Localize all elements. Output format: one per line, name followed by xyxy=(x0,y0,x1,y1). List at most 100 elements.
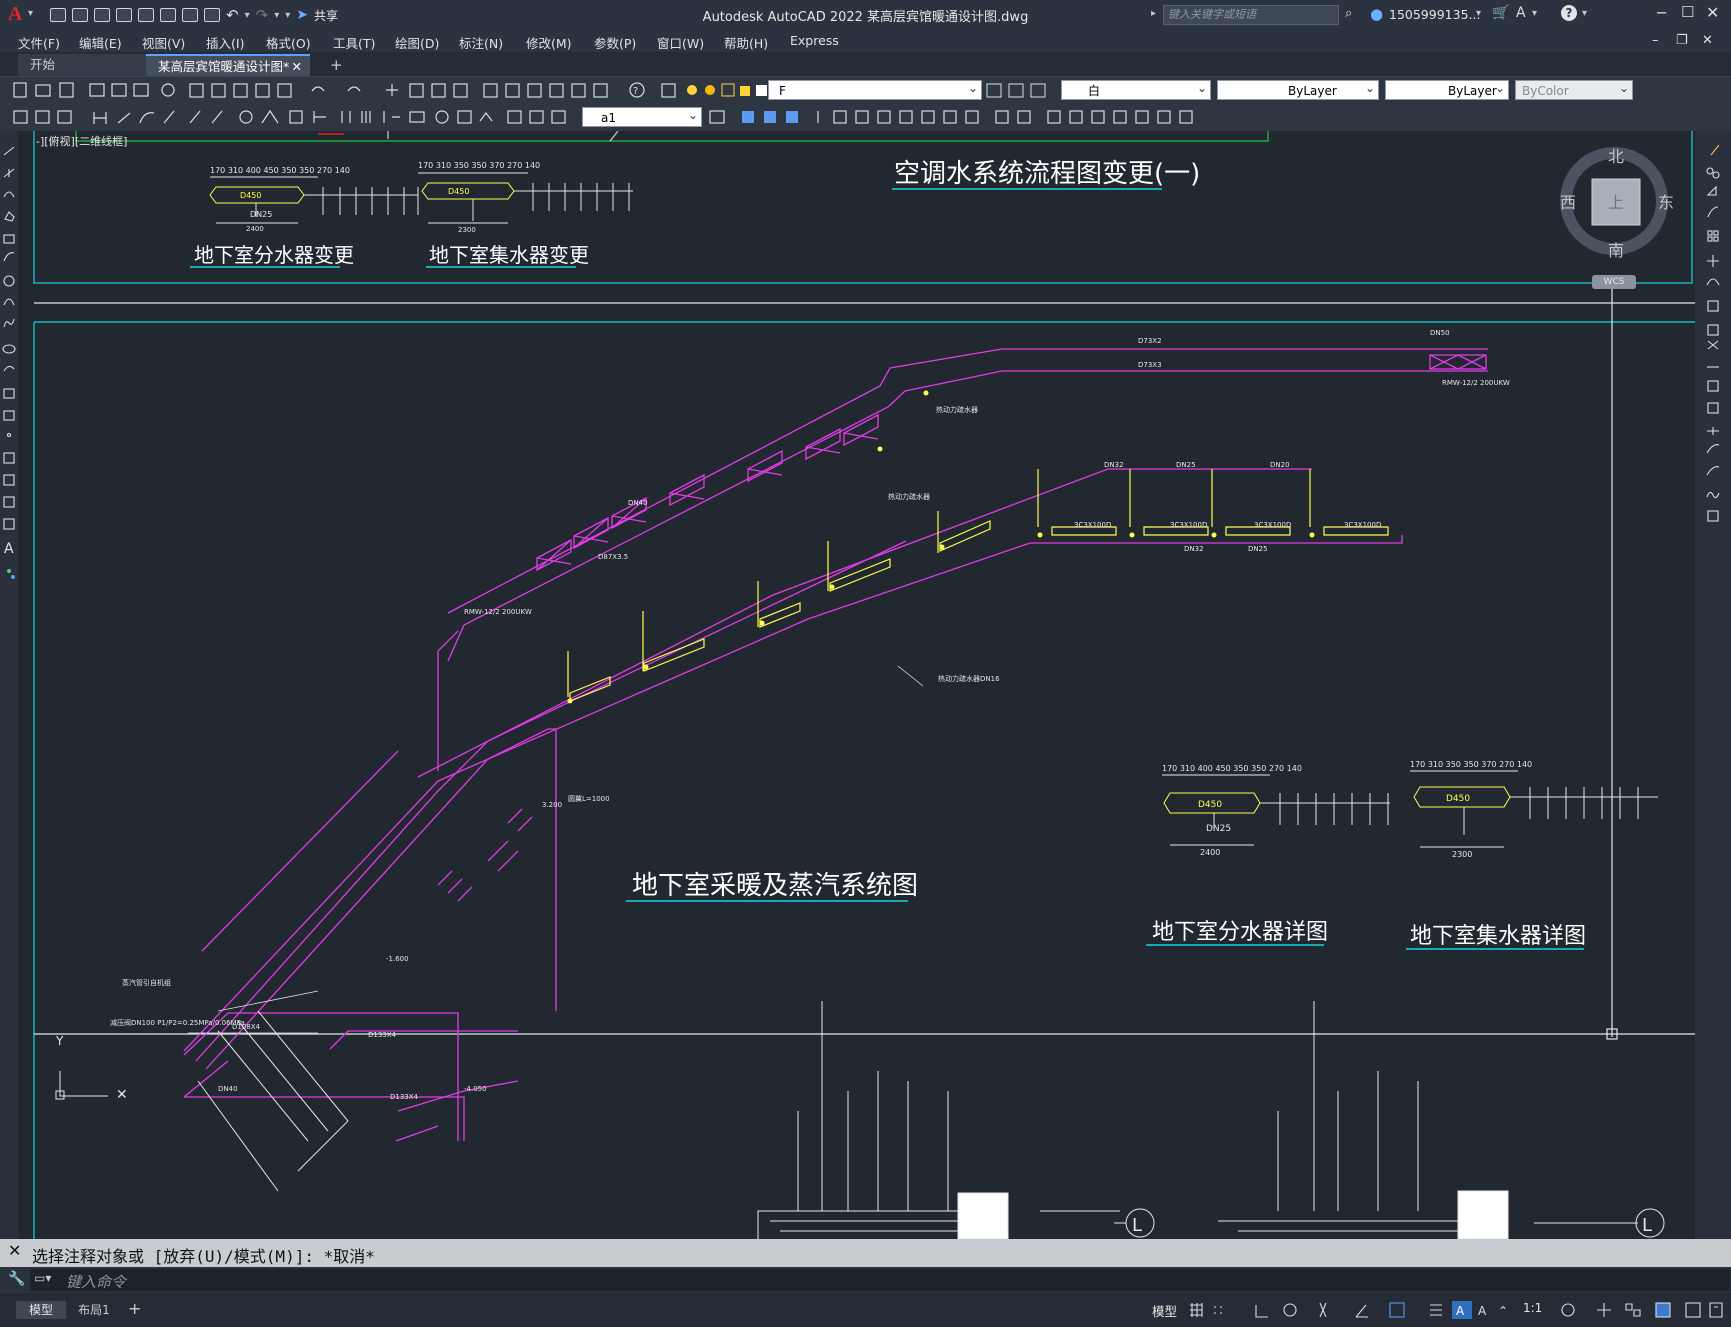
annotation-scale[interactable]: 1:1 xyxy=(1523,1301,1542,1315)
label-dn20: DN20 xyxy=(1270,461,1290,469)
svg-text:⌃: ⌃ xyxy=(1498,1304,1508,1318)
plotstyle-combo[interactable]: ByColor xyxy=(1515,78,1633,100)
linetype-combo[interactable]: ByLayer xyxy=(1217,78,1379,100)
modify-tool-icons[interactable] xyxy=(1695,131,1731,551)
cart-icon[interactable]: 🛒 xyxy=(1492,5,1509,21)
search-input[interactable]: 键入关键字或短语 xyxy=(1163,5,1339,25)
ucs-icon: Y ✕ xyxy=(55,1034,128,1103)
dimension-toolbar-icons[interactable] xyxy=(0,103,590,131)
len-2400-detail: 2400 xyxy=(1200,848,1220,857)
model-space-button[interactable]: 模型 xyxy=(1152,1301,1177,1320)
user-name[interactable]: 1505999135... xyxy=(1389,7,1480,22)
lineweight-combo[interactable]: ByLayer xyxy=(1385,78,1509,100)
user-icon[interactable]: ● xyxy=(1370,5,1383,23)
menu-file[interactable]: 文件(F) xyxy=(18,33,60,52)
top-green-frame xyxy=(75,131,1269,142)
help-icon[interactable]: ? xyxy=(1561,5,1577,21)
label-dn40-b: DN40 xyxy=(218,1085,238,1093)
tab-start[interactable]: 开始 xyxy=(18,54,146,76)
title-dist-change: 地下室分水器变更 xyxy=(194,243,354,267)
command-input[interactable]: ▭▾ 键入命令 xyxy=(30,1269,1730,1291)
autodesk-app-icon[interactable]: A xyxy=(1516,5,1526,21)
dims-dist-small: 170 310 400 450 350 350 270 140 xyxy=(210,166,350,175)
doc-minimize-icon[interactable]: – xyxy=(1652,33,1659,48)
modify-toolbar-vertical xyxy=(1695,131,1731,1239)
dims-coll-detail: 170 310 350 350 370 270 140 xyxy=(1410,760,1532,769)
label-d73x3: D73X3 xyxy=(1138,361,1162,369)
tab-model[interactable]: 模型 xyxy=(16,1301,66,1319)
dn25-small-1: DN25 xyxy=(250,210,272,219)
draw-toolbar-vertical: A xyxy=(0,131,18,1239)
draw-tool-icons[interactable]: A xyxy=(0,131,18,591)
help-dropdown-icon[interactable]: ▾ xyxy=(1582,8,1587,19)
wcs-menu[interactable]: WCS xyxy=(1592,275,1636,289)
tab-layout1[interactable]: 布局1 xyxy=(68,1301,120,1319)
menu-format[interactable]: 格式(O) xyxy=(266,33,311,52)
add-layout-icon[interactable]: + xyxy=(128,1299,141,1318)
expand-arrow-icon[interactable]: ▸ xyxy=(1151,8,1156,19)
tab-close-icon[interactable]: ✕ xyxy=(292,56,302,78)
tab-drawing[interactable]: 某高层宾馆暖通设计图* ✕ xyxy=(146,54,310,76)
menu-draw[interactable]: 绘图(D) xyxy=(395,33,439,52)
layer-state-icons[interactable] xyxy=(684,81,774,101)
title-bar: A ▾ ↶ ▾ ↷ ▾ ▾ ➤ 共享 Autodesk AutoCAD 2022… xyxy=(0,0,1731,30)
customize-wrench-icon[interactable]: 🔧 xyxy=(8,1271,25,1287)
doc-restore-icon[interactable]: ❐ xyxy=(1676,33,1688,48)
label-d133x4: D133X4 xyxy=(368,1031,397,1039)
bottom-partial-drawings: L L xyxy=(197,1001,1665,1239)
menu-edit[interactable]: 编辑(E) xyxy=(79,33,122,52)
command-close-icon[interactable]: ✕ xyxy=(8,1241,21,1260)
app-dropdown-icon[interactable]: ▾ xyxy=(1532,8,1537,19)
label-minus4050: -4.050 xyxy=(464,1085,487,1093)
menu-tools[interactable]: 工具(T) xyxy=(333,33,375,52)
textstyle-combo[interactable]: a1 xyxy=(582,105,702,127)
layer-combo[interactable]: F xyxy=(768,78,982,100)
modify-toolbar-icons[interactable] xyxy=(708,103,1218,131)
maximize-icon[interactable]: ☐ xyxy=(1681,3,1694,21)
doc-close-icon[interactable]: ✕ xyxy=(1702,33,1713,48)
svg-text:A: A xyxy=(4,541,14,557)
search-icon[interactable]: ⌕ xyxy=(1345,6,1352,21)
close-icon[interactable]: ✕ xyxy=(1706,3,1719,22)
d450-detail-1: D450 xyxy=(1198,800,1222,810)
heating-system-pipes xyxy=(183,348,1488,1142)
color-combo[interactable]: 白 xyxy=(1061,78,1211,100)
status-toggle-icons[interactable]: A A ⌃ xyxy=(1186,1299,1526,1321)
label-valve-1b: 热动力疏水器 xyxy=(936,405,978,414)
drawing-canvas[interactable]: 170 310 400 450 350 350 270 140 D450 DN2… xyxy=(18,131,1695,1239)
command-prompt-icon[interactable]: ▭▾ xyxy=(34,1271,51,1285)
title-flow-change: 空调水系统流程图变更(一) xyxy=(894,159,1200,189)
minimize-icon[interactable]: ─ xyxy=(1657,4,1666,22)
menu-view[interactable]: 视图(V) xyxy=(142,33,185,52)
svg-text:L: L xyxy=(1132,1215,1142,1236)
standard-toolbar-icons[interactable]: ? xyxy=(0,77,690,104)
menu-express[interactable]: Express xyxy=(790,33,839,48)
label-d108x4: D108X4 xyxy=(232,1023,261,1031)
label-reduce: 减压阀DN100 P1/P2=0.25MPa/0.06MPa xyxy=(110,1018,245,1027)
command-history: ✕ 选择注释对象或 [放弃(U)/模式(M)]: *取消* xyxy=(0,1239,1731,1267)
menu-modify[interactable]: 修改(M) xyxy=(526,33,572,52)
cube-top-face[interactable]: 上 xyxy=(1608,189,1624,213)
status-right-icons[interactable] xyxy=(1560,1299,1730,1321)
new-tab-icon[interactable]: + xyxy=(318,54,348,76)
menu-parametric[interactable]: 参数(P) xyxy=(594,33,636,52)
cad-drawing[interactable]: 170 310 400 450 350 350 270 140 D450 DN2… xyxy=(18,131,1695,1239)
label-rad-3: 3C3X100D xyxy=(1254,521,1291,529)
layer-tool-icons[interactable] xyxy=(985,81,1060,101)
title-coll-change: 地下室集水器变更 xyxy=(429,243,589,267)
title-coll-detail: 地下室集水器详图 xyxy=(1410,924,1586,949)
view-cube[interactable]: 北 南 东 西 上 xyxy=(1554,141,1674,265)
compass-east[interactable]: 东 xyxy=(1658,189,1674,213)
label-dn25: DN25 xyxy=(1176,461,1196,469)
menu-help[interactable]: 帮助(H) xyxy=(724,33,768,52)
svg-text:?: ? xyxy=(633,86,638,97)
compass-west[interactable]: 西 xyxy=(1560,189,1576,213)
menu-dimension[interactable]: 标注(N) xyxy=(459,33,503,52)
menu-window[interactable]: 窗口(W) xyxy=(657,33,704,52)
coll-detail-drawing: 170 310 350 350 370 270 140 D450 2300 xyxy=(1410,760,1658,859)
user-dropdown-icon[interactable]: ▾ xyxy=(1476,8,1481,19)
viewport-controls[interactable]: -][俯视][二维线框] xyxy=(36,133,127,149)
compass-south[interactable]: 南 xyxy=(1608,237,1624,261)
menu-insert[interactable]: 插入(I) xyxy=(206,33,244,52)
compass-north[interactable]: 北 xyxy=(1608,143,1624,167)
